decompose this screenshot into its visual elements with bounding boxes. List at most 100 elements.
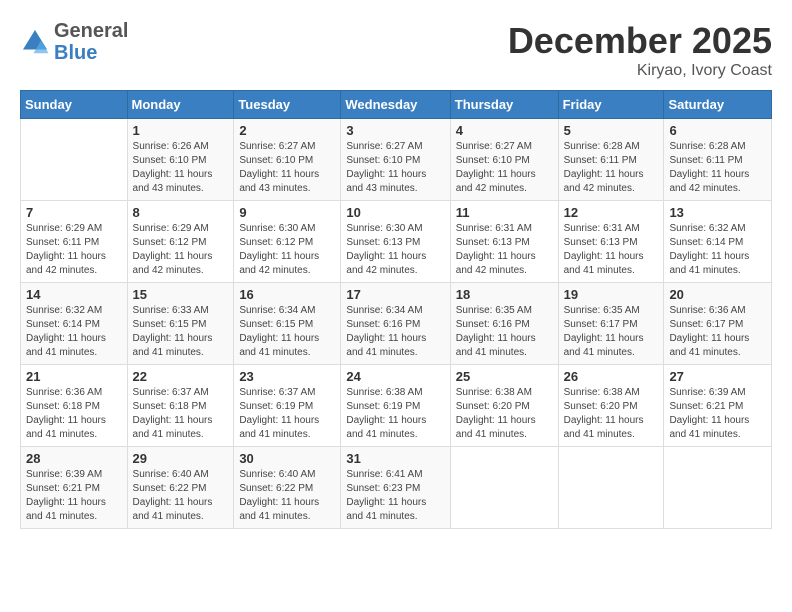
day-number: 11 (456, 205, 553, 220)
page-header: General Blue December 2025 Kiryao, Ivory… (20, 20, 772, 80)
cell-info: Sunrise: 6:34 AM Sunset: 6:15 PM Dayligh… (239, 304, 335, 360)
calendar-cell: 24 Sunrise: 6:38 AM Sunset: 6:19 PM Dayli… (341, 365, 450, 447)
calendar-cell: 2 Sunrise: 6:27 AM Sunset: 6:10 PM Daylig… (234, 119, 341, 201)
day-number: 3 (346, 123, 444, 138)
cell-info: Sunrise: 6:26 AM Sunset: 6:10 PM Dayligh… (133, 140, 229, 196)
day-number: 9 (239, 205, 335, 220)
calendar-cell: 18 Sunrise: 6:35 AM Sunset: 6:16 PM Dayli… (450, 283, 558, 365)
cell-info: Sunrise: 6:40 AM Sunset: 6:22 PM Dayligh… (239, 468, 335, 524)
calendar-cell: 23 Sunrise: 6:37 AM Sunset: 6:19 PM Dayli… (234, 365, 341, 447)
cell-info: Sunrise: 6:31 AM Sunset: 6:13 PM Dayligh… (564, 222, 659, 278)
day-number: 21 (26, 369, 122, 384)
cell-info: Sunrise: 6:30 AM Sunset: 6:12 PM Dayligh… (239, 222, 335, 278)
day-number: 22 (133, 369, 229, 384)
cell-info: Sunrise: 6:31 AM Sunset: 6:13 PM Dayligh… (456, 222, 553, 278)
cell-info: Sunrise: 6:27 AM Sunset: 6:10 PM Dayligh… (346, 140, 444, 196)
calendar-cell: 17Sunrise: 6:34 AM Sunset: 6:16 PM Dayli… (341, 283, 450, 365)
day-number: 20 (669, 287, 766, 302)
cell-info: Sunrise: 6:29 AM Sunset: 6:12 PM Dayligh… (133, 222, 229, 278)
day-number: 15 (133, 287, 229, 302)
day-number: 1 (133, 123, 229, 138)
cell-info: Sunrise: 6:29 AM Sunset: 6:11 PM Dayligh… (26, 222, 122, 278)
calendar-cell: 14Sunrise: 6:32 AM Sunset: 6:14 PM Dayli… (21, 283, 128, 365)
cell-info: Sunrise: 6:39 AM Sunset: 6:21 PM Dayligh… (669, 386, 766, 442)
title-area: December 2025 Kiryao, Ivory Coast (508, 20, 772, 80)
calendar-cell: 13 Sunrise: 6:32 AM Sunset: 6:14 PM Dayli… (664, 201, 772, 283)
day-number: 7 (26, 205, 122, 220)
day-number: 30 (239, 451, 335, 466)
day-number: 28 (26, 451, 122, 466)
calendar-cell: 20 Sunrise: 6:36 AM Sunset: 6:17 PM Dayli… (664, 283, 772, 365)
calendar-cell: 6Sunrise: 6:28 AM Sunset: 6:11 PM Daylig… (664, 119, 772, 201)
calendar-cell: 8 Sunrise: 6:29 AM Sunset: 6:12 PM Daylig… (127, 201, 234, 283)
calendar-cell: 3 Sunrise: 6:27 AM Sunset: 6:10 PM Daylig… (341, 119, 450, 201)
calendar-cell: 10Sunrise: 6:30 AM Sunset: 6:13 PM Dayli… (341, 201, 450, 283)
day-number: 31 (346, 451, 444, 466)
calendar-cell: 25 Sunrise: 6:38 AM Sunset: 6:20 PM Dayli… (450, 365, 558, 447)
calendar-cell: 1 Sunrise: 6:26 AM Sunset: 6:10 PM Daylig… (127, 119, 234, 201)
calendar-cell: 16 Sunrise: 6:34 AM Sunset: 6:15 PM Dayli… (234, 283, 341, 365)
cell-info: Sunrise: 6:36 AM Sunset: 6:17 PM Dayligh… (669, 304, 766, 360)
day-number: 26 (564, 369, 659, 384)
weekday-header: Saturday (664, 91, 772, 119)
calendar-cell: 30 Sunrise: 6:40 AM Sunset: 6:22 PM Dayli… (234, 447, 341, 529)
calendar-cell (664, 447, 772, 529)
calendar-cell (450, 447, 558, 529)
cell-info: Sunrise: 6:38 AM Sunset: 6:20 PM Dayligh… (564, 386, 659, 442)
day-number: 5 (564, 123, 659, 138)
calendar-week-row: 28Sunrise: 6:39 AM Sunset: 6:21 PM Dayli… (21, 447, 772, 529)
weekday-header: Monday (127, 91, 234, 119)
cell-info: Sunrise: 6:37 AM Sunset: 6:18 PM Dayligh… (133, 386, 229, 442)
calendar-week-row: 1 Sunrise: 6:26 AM Sunset: 6:10 PM Daylig… (21, 119, 772, 201)
cell-info: Sunrise: 6:38 AM Sunset: 6:19 PM Dayligh… (346, 386, 444, 442)
day-number: 10 (346, 205, 444, 220)
calendar-cell: 19 Sunrise: 6:35 AM Sunset: 6:17 PM Dayli… (558, 283, 664, 365)
day-number: 24 (346, 369, 444, 384)
cell-info: Sunrise: 6:41 AM Sunset: 6:23 PM Dayligh… (346, 468, 444, 524)
calendar-cell: 27 Sunrise: 6:39 AM Sunset: 6:21 PM Dayli… (664, 365, 772, 447)
day-number: 29 (133, 451, 229, 466)
location-title: Kiryao, Ivory Coast (508, 62, 772, 80)
day-number: 2 (239, 123, 335, 138)
cell-info: Sunrise: 6:28 AM Sunset: 6:11 PM Dayligh… (669, 140, 766, 196)
cell-info: Sunrise: 6:35 AM Sunset: 6:17 PM Dayligh… (564, 304, 659, 360)
cell-info: Sunrise: 6:27 AM Sunset: 6:10 PM Dayligh… (239, 140, 335, 196)
day-number: 17 (346, 287, 444, 302)
day-number: 4 (456, 123, 553, 138)
calendar-cell: 7 Sunrise: 6:29 AM Sunset: 6:11 PM Daylig… (21, 201, 128, 283)
calendar-cell: 28Sunrise: 6:39 AM Sunset: 6:21 PM Dayli… (21, 447, 128, 529)
day-number: 27 (669, 369, 766, 384)
calendar-week-row: 7 Sunrise: 6:29 AM Sunset: 6:11 PM Daylig… (21, 201, 772, 283)
day-number: 18 (456, 287, 553, 302)
weekday-header: Tuesday (234, 91, 341, 119)
calendar-cell: 26 Sunrise: 6:38 AM Sunset: 6:20 PM Dayli… (558, 365, 664, 447)
logo-text: General Blue (54, 20, 128, 64)
cell-info: Sunrise: 6:35 AM Sunset: 6:16 PM Dayligh… (456, 304, 553, 360)
day-number: 13 (669, 205, 766, 220)
cell-info: Sunrise: 6:37 AM Sunset: 6:19 PM Dayligh… (239, 386, 335, 442)
day-number: 16 (239, 287, 335, 302)
day-number: 25 (456, 369, 553, 384)
calendar-cell: 21 Sunrise: 6:36 AM Sunset: 6:18 PM Dayli… (21, 365, 128, 447)
cell-info: Sunrise: 6:36 AM Sunset: 6:18 PM Dayligh… (26, 386, 122, 442)
cell-info: Sunrise: 6:33 AM Sunset: 6:15 PM Dayligh… (133, 304, 229, 360)
logo-icon (20, 27, 50, 57)
logo-line2: Blue (54, 42, 128, 64)
cell-info: Sunrise: 6:28 AM Sunset: 6:11 PM Dayligh… (564, 140, 659, 196)
day-number: 8 (133, 205, 229, 220)
cell-info: Sunrise: 6:27 AM Sunset: 6:10 PM Dayligh… (456, 140, 553, 196)
calendar-table: SundayMondayTuesdayWednesdayThursdayFrid… (20, 90, 772, 529)
calendar-cell: 29Sunrise: 6:40 AM Sunset: 6:22 PM Dayli… (127, 447, 234, 529)
calendar-cell: 9 Sunrise: 6:30 AM Sunset: 6:12 PM Daylig… (234, 201, 341, 283)
calendar-cell: 22 Sunrise: 6:37 AM Sunset: 6:18 PM Dayli… (127, 365, 234, 447)
weekday-header: Wednesday (341, 91, 450, 119)
calendar-cell: 11 Sunrise: 6:31 AM Sunset: 6:13 PM Dayli… (450, 201, 558, 283)
calendar-cell (558, 447, 664, 529)
day-number: 23 (239, 369, 335, 384)
cell-info: Sunrise: 6:32 AM Sunset: 6:14 PM Dayligh… (669, 222, 766, 278)
calendar-cell: 31 Sunrise: 6:41 AM Sunset: 6:23 PM Dayli… (341, 447, 450, 529)
weekday-header: Friday (558, 91, 664, 119)
day-number: 19 (564, 287, 659, 302)
cell-info: Sunrise: 6:38 AM Sunset: 6:20 PM Dayligh… (456, 386, 553, 442)
calendar-week-row: 21 Sunrise: 6:36 AM Sunset: 6:18 PM Dayli… (21, 365, 772, 447)
